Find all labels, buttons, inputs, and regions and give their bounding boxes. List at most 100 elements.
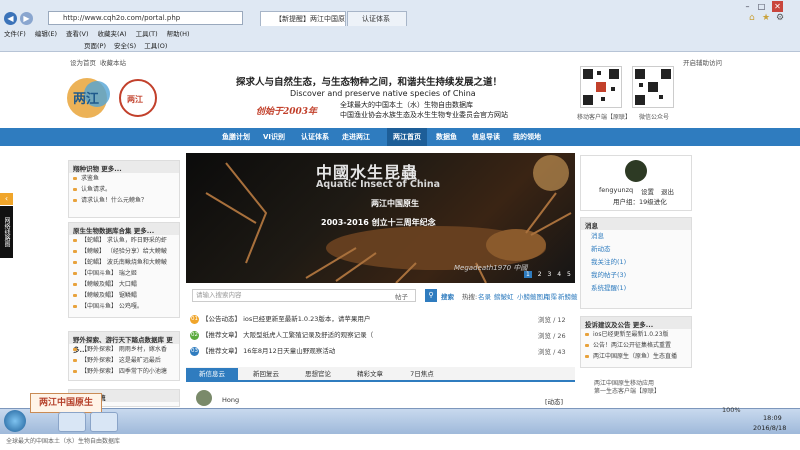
home-icon[interactable]: ⌂ xyxy=(749,13,755,23)
banner-anniv: 2003-2016 创立十三周年纪念 xyxy=(321,218,436,227)
hot-link[interactable]: 鳑鲏虹 xyxy=(494,291,514,301)
list-item[interactable]: 【蛇鲳】 波氏南鳅烧鱼和大鳑鲏 xyxy=(69,257,179,268)
settings-link[interactable]: 设置 xyxy=(641,186,654,196)
close-button[interactable]: ✕ xyxy=(772,1,783,12)
message-item[interactable]: 我的帖子(3) xyxy=(591,269,691,282)
post-author[interactable]: Hong xyxy=(222,396,239,404)
chevron-left-icon[interactable]: ‹ xyxy=(0,193,13,205)
maximize-button[interactable]: □ xyxy=(756,1,767,12)
list-item[interactable]: 【鳑鲏及鳎】 锯鳞鳎 xyxy=(69,290,179,301)
list-item[interactable]: 【鳑鲏及鳎】 大口鳎 xyxy=(69,279,179,290)
list-item[interactable]: ios已经更新至最新1.0.23版 xyxy=(581,329,691,340)
panel-identify-title[interactable]: 翔种识物 更多... xyxy=(69,161,179,173)
tab-new-remind[interactable]: 【新提醒】两江中国原生-... xyxy=(260,11,346,26)
nav-my-territory[interactable]: 我的领地 xyxy=(507,128,547,146)
message-item[interactable]: 新动态 xyxy=(591,243,691,256)
nav-database[interactable]: 数据鱼 xyxy=(430,128,463,146)
menu-favorites[interactable]: 收藏夹(A) xyxy=(98,30,127,38)
menu-file[interactable]: 文件(F) xyxy=(4,30,26,38)
message-item[interactable]: 系统提醒(1) xyxy=(591,282,691,295)
panel-database-title[interactable]: 原生生物数据库合集 更多... xyxy=(69,223,179,235)
pager-2[interactable]: 2 xyxy=(538,271,542,278)
message-item[interactable]: 消息 xyxy=(591,230,691,243)
tab-ideas[interactable]: 思想官论 xyxy=(292,368,344,381)
nav-about[interactable]: 走进两江 xyxy=(336,128,376,146)
hot-link[interactable]: 名录 xyxy=(478,291,491,301)
start-button[interactable] xyxy=(4,410,26,432)
menu-tools[interactable]: 工具(T) xyxy=(136,30,158,38)
news-row[interactable]: 01 【公告动态】 ios已经更新至最新1.0.23版本，请苹果用户 xyxy=(190,313,370,325)
avatar[interactable] xyxy=(625,160,647,182)
list-item[interactable]: 【蛇鲳】 求认鱼，昨日野采的虾 xyxy=(69,235,179,246)
site-logo[interactable]: 两江 两江 xyxy=(65,70,180,125)
line-map-flag[interactable]: 网络线路图 xyxy=(0,206,13,258)
nav-vi[interactable]: VI识别 xyxy=(257,128,291,146)
news-title[interactable]: 【公告动态】 ios已经更新至最新1.0.23版本，请苹果用户 xyxy=(202,315,370,323)
tab-articles[interactable]: 精彩文章 xyxy=(344,368,396,381)
avatar[interactable] xyxy=(196,390,212,406)
list-item[interactable]: 【野外探索】 四季常下的小池塘 xyxy=(69,366,179,377)
logout-link[interactable]: 退出 xyxy=(661,186,674,196)
username[interactable]: fengyunzq xyxy=(599,186,633,194)
tab-cert[interactable]: 认证体系 xyxy=(347,11,407,26)
pager-3[interactable]: 3 xyxy=(548,271,552,278)
tab-7day[interactable]: 7日焦点 xyxy=(396,368,448,381)
bookmark-link[interactable]: 收藏本站 xyxy=(100,57,126,67)
gear-icon[interactable]: ⚙ xyxy=(776,13,784,23)
wechat-qr-code xyxy=(632,66,674,108)
set-homepage-link[interactable]: 设为首页 xyxy=(70,57,96,67)
news-title[interactable]: 【推荐文章】 大阪型纸虎人工繁殖记录及舒适的观察记录（ xyxy=(202,331,373,339)
app-taskbar-icon[interactable] xyxy=(90,412,118,432)
tab-new-info[interactable]: 新信息云 xyxy=(186,368,238,381)
hot-link[interactable]: 新鳑鲏 xyxy=(558,291,578,301)
pager-4[interactable]: 4 xyxy=(557,271,561,278)
message-item[interactable]: 我关注的(1) xyxy=(591,256,691,269)
search-button[interactable]: 搜索 xyxy=(441,291,454,301)
hot-link[interactable]: 雨霈 xyxy=(544,291,557,301)
cmd-safety[interactable]: 安全(S) xyxy=(114,42,136,50)
nav-info[interactable]: 信息导读 xyxy=(466,128,506,146)
search-input[interactable]: 请输入搜索内容 xyxy=(192,289,416,302)
menu-help[interactable]: 帮助(H) xyxy=(167,30,190,38)
address-bar[interactable]: http://www.cqh2o.com/portal.php xyxy=(48,11,243,25)
menu-view[interactable]: 查看(V) xyxy=(66,30,89,38)
pager-1[interactable]: 1 xyxy=(524,271,532,278)
ie-taskbar-icon[interactable] xyxy=(58,412,86,432)
cmd-tools[interactable]: 工具(O) xyxy=(144,42,167,50)
search-scope[interactable]: 帖子 xyxy=(395,291,408,301)
list-item[interactable]: 【野外探索】 这是最旷远最后 xyxy=(69,355,179,366)
list-item[interactable]: 公告！两江公开征集格式重置 xyxy=(581,340,691,351)
panel-wild-title[interactable]: 野外探索、游行天下踏点数据库 更多... xyxy=(69,332,179,354)
back-button[interactable]: ◀ xyxy=(4,12,17,25)
nav-fish-plan[interactable]: 鱼膳计划 xyxy=(216,128,256,146)
minimize-button[interactable]: – xyxy=(742,1,753,12)
zoom-level[interactable]: 100% xyxy=(722,406,741,414)
list-item[interactable]: 求鉴鱼 xyxy=(69,173,179,184)
list-item[interactable]: 【鳑鲏】 （经验分享）给大鳑鲏 xyxy=(69,246,179,257)
list-item[interactable]: 认鱼请求。 xyxy=(69,184,179,195)
search-icon[interactable]: ⚲ xyxy=(425,289,437,302)
cmd-page[interactable]: 页面(P) xyxy=(84,42,106,50)
clock-date[interactable]: 2016/8/18 xyxy=(753,424,786,432)
list-item[interactable]: 【野外探索】 雨雨乡村，嫁水香 xyxy=(69,344,179,355)
banner-pager[interactable]: 1 2 3 4 5 xyxy=(524,271,571,278)
suggest-title[interactable]: 投诉建议及公告 更多... xyxy=(581,317,691,329)
star-icon[interactable]: ★ xyxy=(762,13,770,23)
forward-button[interactable]: ▶ xyxy=(20,12,33,25)
menu-edit[interactable]: 编辑(E) xyxy=(35,30,57,38)
list-item[interactable]: 【中国斗鱼】 公鸡嘎。 xyxy=(69,301,179,312)
footer-text: 全球最大的中国本土（水）生物自由数据库 xyxy=(0,434,800,450)
accessibility-link[interactable]: 开启辅助访问 xyxy=(683,57,722,67)
news-title[interactable]: 【推荐文章】 16年8月12日天童山野观察活动 xyxy=(202,347,335,355)
hero-banner[interactable]: 中國水生昆蟲 Aquatic Insect of China 两江中国原生 20… xyxy=(186,153,575,283)
nav-home[interactable]: 两江首页 xyxy=(387,128,427,146)
news-row[interactable]: 02 【推荐文章】 大阪型纸虎人工繁殖记录及舒适的观察记录（ xyxy=(190,329,373,341)
clock-time[interactable]: 18:09 xyxy=(763,414,782,422)
news-row[interactable]: 03 【推荐文章】 16年8月12日天童山野观察活动 xyxy=(190,345,335,357)
tab-new-reply[interactable]: 新回复云 xyxy=(240,368,292,381)
list-item[interactable]: 【中国斗鱼】 瑞之姬 xyxy=(69,268,179,279)
list-item[interactable]: 两江中国原生（原鱼）生态直播 xyxy=(581,351,691,362)
pager-5[interactable]: 5 xyxy=(567,271,571,278)
list-item[interactable]: 请求认鱼！什么元鳑鱼？ xyxy=(69,195,179,206)
nav-cert[interactable]: 认证体系 xyxy=(295,128,335,146)
